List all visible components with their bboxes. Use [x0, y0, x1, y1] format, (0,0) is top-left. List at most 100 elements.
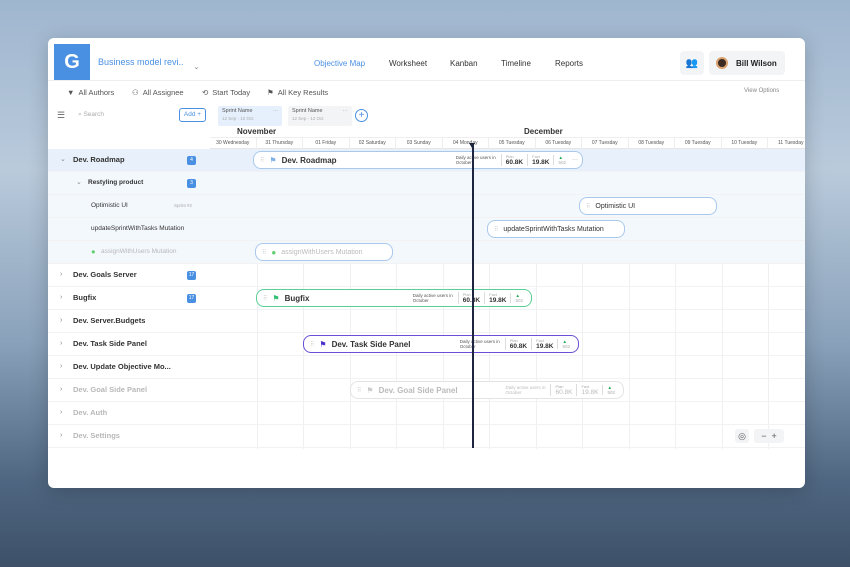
- objective-row[interactable]: ⌄ Restyling product 3: [48, 172, 805, 195]
- objective-row[interactable]: updateSprintWithTasks Mutation: [48, 218, 805, 241]
- day-column-header: 31 Thursday: [257, 138, 303, 149]
- list-menu-icon[interactable]: ☰: [57, 110, 65, 121]
- fact-value: 19.8K: [532, 159, 550, 166]
- more-icon[interactable]: ···: [343, 108, 349, 114]
- chevron-down-icon: ⌄: [193, 64, 200, 71]
- filter-assignee[interactable]: ⚇ All Assignee: [132, 88, 184, 97]
- bar-title: assignWithUsers Mutation: [281, 248, 363, 256]
- tab-kanban[interactable]: Kanban: [450, 59, 478, 68]
- tab-worksheet[interactable]: Worksheet: [389, 59, 427, 68]
- add-sprint-button[interactable]: +: [355, 109, 368, 122]
- chevron-right-icon[interactable]: ›: [60, 402, 62, 424]
- day-column-header: 10 Tuesday: [722, 138, 768, 149]
- row-label: Dev. Goal Side Panel: [73, 385, 148, 394]
- tab-timeline[interactable]: Timeline: [501, 59, 531, 68]
- day-column-header: 09 Tuesday: [675, 138, 722, 149]
- objective-row[interactable]: ● assignWithUsers Mutation: [48, 241, 805, 264]
- day-column-header: 30 Wednesday: [210, 138, 257, 149]
- timeline-bar[interactable]: ⠿ ⚑ Bugfix Daily active users in October P…: [256, 289, 532, 307]
- objective-row[interactable]: › Dev. Update Objective Mo...: [48, 356, 805, 379]
- sprint-card[interactable]: Sprint Name 12 Sep - 12 Oct ···: [288, 106, 352, 126]
- chevron-right-icon[interactable]: ›: [60, 425, 62, 447]
- row-label: Restyling product: [88, 179, 144, 186]
- user-name: Bill Wilson: [736, 58, 777, 68]
- day-header: 30 Wednesday 31 Thursday 01 Friday 02 Satur…: [210, 137, 805, 149]
- chevron-right-icon[interactable]: ›: [60, 356, 62, 378]
- row-label: Dev. Server.Budgets: [73, 316, 146, 325]
- filter-key-results[interactable]: ⚑ All Key Results: [267, 88, 328, 97]
- view-options-button[interactable]: View Options: [744, 88, 779, 94]
- timeline-bar[interactable]: ⠿ updateSprintWithTasks Mutation: [487, 220, 625, 238]
- tab-reports[interactable]: Reports: [555, 59, 583, 68]
- objective-row[interactable]: › Dev. Settings: [48, 425, 805, 448]
- timeline-bar[interactable]: ⠿ ⚑ Dev. Task Side Panel Daily active user…: [303, 335, 579, 353]
- zoom-controls: − +: [754, 429, 784, 443]
- key-result: Daily active users in October Plan60.8K …: [460, 337, 574, 351]
- fact-value: 19.8K: [581, 389, 599, 396]
- drag-handle-icon[interactable]: ⠿: [494, 226, 498, 233]
- drag-handle-icon[interactable]: ⠿: [310, 341, 314, 348]
- drag-handle-icon[interactable]: ⠿: [263, 295, 267, 302]
- chevron-down-icon[interactable]: ⌄: [60, 149, 66, 171]
- objective-row[interactable]: › Dev. Auth: [48, 402, 805, 425]
- drag-handle-icon[interactable]: ⠿: [586, 203, 590, 210]
- chevron-right-icon[interactable]: ›: [60, 310, 62, 332]
- timeline-bar[interactable]: ⠿ ⚑ Dev. Goal Side Panel Daily active user…: [350, 381, 624, 399]
- zoom-out-button[interactable]: −: [761, 431, 766, 441]
- chevron-right-icon[interactable]: ›: [60, 287, 62, 309]
- count-badge: 4: [187, 156, 196, 165]
- start-today-button[interactable]: ⟲ Start Today: [202, 88, 250, 97]
- filter-assignee-label: All Assignee: [142, 88, 184, 97]
- row-label: assignWithUsers Mutation: [101, 248, 177, 255]
- search-input[interactable]: ⌕ Search: [78, 111, 104, 119]
- team-button[interactable]: 👥: [680, 51, 704, 75]
- filter-authors[interactable]: ▼ All Authors: [67, 88, 114, 97]
- check-circle-icon: ●: [271, 247, 277, 257]
- drag-handle-icon[interactable]: ⠿: [260, 157, 264, 164]
- user-menu[interactable]: Bill Wilson: [709, 51, 785, 75]
- timeline-bar[interactable]: ⠿ ● assignWithUsers Mutation: [255, 243, 393, 261]
- history-icon: ⟲: [202, 88, 209, 97]
- zoom-in-button[interactable]: +: [772, 431, 777, 441]
- start-today-label: Start Today: [212, 88, 251, 97]
- chevron-right-icon[interactable]: ›: [60, 379, 62, 401]
- row-label: updateSprintWithTasks Mutation: [91, 225, 185, 232]
- more-icon[interactable]: ···: [572, 157, 578, 163]
- objective-row[interactable]: › Dev. Goals Server 17: [48, 264, 805, 287]
- bar-title: updateSprintWithTasks Mutation: [503, 225, 604, 233]
- tab-objective-map[interactable]: Objective Map: [314, 59, 365, 68]
- day-column-header: 11 Tuesday: [768, 138, 805, 149]
- delta-value: 502: [562, 344, 570, 349]
- plan-value: 60.8K: [555, 389, 573, 396]
- sprint-tag: Sprint #2: [174, 203, 193, 208]
- add-button[interactable]: Add +: [179, 108, 206, 122]
- timeline-bar[interactable]: ⠿ ⚑ Dev. Roadmap Daily active users in Oct…: [253, 151, 583, 169]
- filter-icon: ▼: [67, 88, 75, 97]
- chevron-right-icon[interactable]: ›: [60, 333, 62, 355]
- chevron-right-icon[interactable]: ›: [60, 264, 62, 286]
- more-icon[interactable]: ···: [273, 108, 279, 114]
- sprint-card[interactable]: Sprint Name 12 Sep - 12 Oct ···: [218, 106, 282, 126]
- drag-handle-icon[interactable]: ⠿: [357, 387, 361, 394]
- day-column-header: 04 Monday: [443, 138, 489, 149]
- flag-icon: ⚑: [269, 155, 277, 165]
- app-logo[interactable]: G: [54, 44, 90, 80]
- day-column-header: 06 Tuesday: [536, 138, 582, 149]
- drag-handle-icon[interactable]: ⠿: [262, 249, 266, 256]
- row-label: Bugfix: [73, 293, 97, 302]
- day-column-header: 02 Saturday: [350, 138, 396, 149]
- objective-row[interactable]: › Dev. Server.Budgets: [48, 310, 805, 333]
- kr-label: Daily active users in October: [412, 293, 453, 303]
- row-label: Dev. Settings: [73, 431, 120, 440]
- filter-authors-label: All Authors: [78, 88, 115, 97]
- chevron-down-icon[interactable]: ⌄: [76, 172, 82, 194]
- bar-title: Optimistic UI: [595, 202, 636, 210]
- project-selector[interactable]: Business model revi.. ⌄: [98, 57, 199, 71]
- flag-icon: ⚑: [319, 339, 327, 349]
- today-marker[interactable]: [469, 143, 475, 448]
- delta-value: 502: [558, 160, 566, 165]
- row-label: Dev. Goals Server: [73, 270, 137, 279]
- timeline-bar[interactable]: ⠿ Optimistic UI: [579, 197, 717, 215]
- locate-button[interactable]: ◎: [735, 429, 749, 443]
- day-column-header: 01 Friday: [303, 138, 350, 149]
